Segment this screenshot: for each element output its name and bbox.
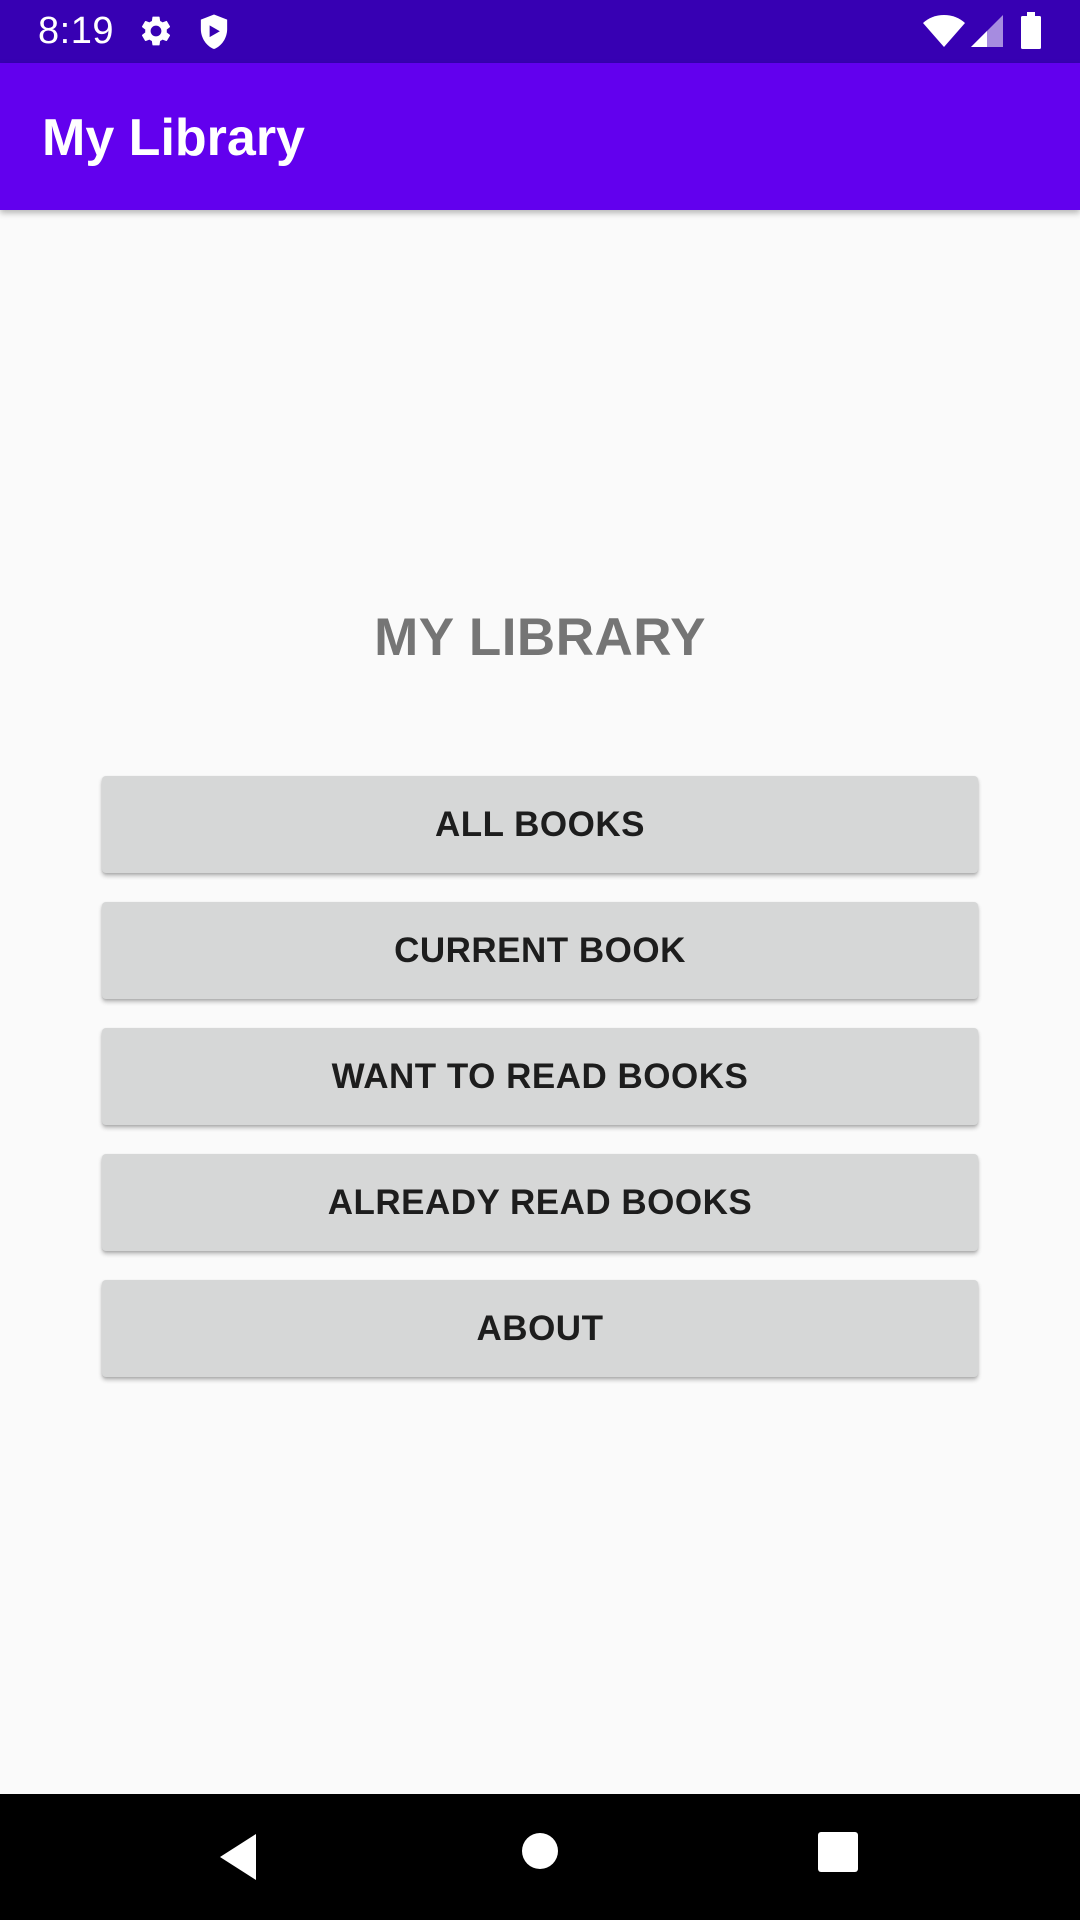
navigation-bar	[0, 1794, 1080, 1920]
app-title: My Library	[42, 109, 305, 167]
wifi-icon	[923, 15, 965, 47]
signal-icon	[971, 15, 1003, 47]
home-icon[interactable]	[521, 1832, 559, 1870]
back-icon[interactable]	[218, 1832, 258, 1882]
current-book-button[interactable]: CURRENT BOOK	[102, 902, 978, 999]
gear-icon	[141, 16, 171, 46]
main-content: MY LIBRARY ALL BOOKS CURRENT BOOK WANT T…	[0, 210, 1080, 1794]
status-bar: 8:19	[0, 0, 1080, 63]
battery-icon	[1021, 12, 1041, 49]
status-time: 8:19	[38, 10, 114, 52]
page-heading: MY LIBRARY	[374, 608, 706, 667]
app-bar: My Library	[0, 63, 1080, 210]
about-button[interactable]: ABOUT	[102, 1280, 978, 1377]
already-read-books-button[interactable]: ALREADY READ BOOKS	[102, 1154, 978, 1251]
all-books-button[interactable]: ALL BOOKS	[102, 776, 978, 873]
shield-icon	[200, 14, 228, 49]
recents-icon[interactable]	[818, 1832, 858, 1872]
want-to-read-books-button[interactable]: WANT TO READ BOOKS	[102, 1028, 978, 1125]
